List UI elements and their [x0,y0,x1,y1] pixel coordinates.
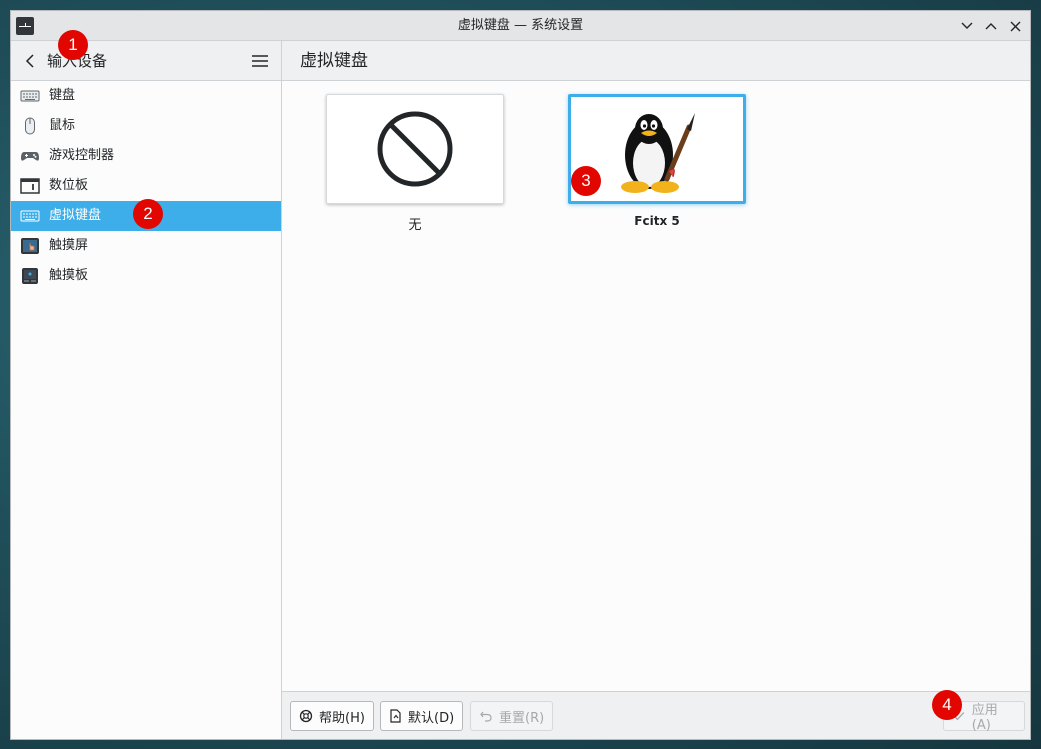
hamburger-menu-button[interactable] [251,53,269,69]
sidebar-item-label: 虚拟键盘 [49,208,102,223]
maximize-button[interactable] [982,16,1000,36]
close-icon [1010,21,1020,31]
mouse-icon [25,117,35,135]
button-bar: 帮助(H) 默认(D) 重置(R) 应用(A) [282,691,1030,739]
undo-icon [480,711,492,722]
touchpad-icon [22,268,38,284]
chevron-left-icon [25,54,34,68]
virtual-keyboard-options: 无 Fcitx 5 [282,81,1030,691]
none-icon [377,111,453,187]
minimize-button[interactable] [958,16,976,36]
apply-button-label: 应用(A) [971,703,998,733]
page-title: 虚拟键盘 [300,51,368,71]
close-button[interactable] [1006,16,1024,36]
document-defaults-icon [390,709,401,723]
title-bar: 虚拟键盘 — 系统设置 [11,11,1030,41]
annotation-badge-4: 4 [932,690,962,720]
option-label: Fcitx 5 [634,214,680,228]
sidebar-item-touchscreen[interactable]: 触摸屏 [11,231,281,261]
sidebar-item-label: 键盘 [49,88,76,103]
sidebar-header: 输入设备 [11,41,282,81]
defaults-button-label: 默认(D) [408,710,455,726]
settings-window: 虚拟键盘 — 系统设置 输入设备 键盘 鼠标 游戏控制器 数位板 虚拟键盘 触摸… [10,10,1031,740]
option-fcitx5[interactable]: Fcitx 5 [568,94,746,228]
tablet-icon [20,178,40,194]
sidebar-item-tablet[interactable]: 数位板 [11,171,281,201]
chevron-up-icon [985,23,997,30]
window-title: 虚拟键盘 — 系统设置 [457,18,584,33]
sidebar-item-touchpad[interactable]: 触摸板 [11,261,281,291]
reset-button-label: 重置(R) [499,710,545,726]
defaults-button[interactable]: 默认(D) [380,701,464,731]
sidebar-item-keyboard[interactable]: 键盘 [11,81,281,111]
annotation-badge-2: 2 [133,199,163,229]
sidebar-item-label: 触摸板 [49,268,89,283]
back-button[interactable] [23,53,39,69]
chevron-down-icon [961,22,973,29]
sidebar-item-mouse[interactable]: 鼠标 [11,111,281,141]
sidebar: 键盘 鼠标 游戏控制器 数位板 虚拟键盘 触摸屏 触摸板 [11,81,282,739]
help-button[interactable]: 帮助(H) [290,701,374,731]
gamepad-icon [21,152,39,161]
sidebar-item-label: 触摸屏 [49,238,89,253]
help-button-label: 帮助(H) [319,710,365,726]
sidebar-item-label: 鼠标 [49,118,76,133]
help-icon [299,709,313,723]
option-none-preview[interactable] [326,94,504,204]
annotation-badge-1: 1 [58,30,88,60]
option-label: 无 [408,218,422,233]
sidebar-item-label: 数位板 [49,178,89,193]
sidebar-item-gamepad[interactable]: 游戏控制器 [11,141,281,171]
page-header: 虚拟键盘 [282,41,1030,81]
fcitx-penguin-icon [621,113,695,193]
option-none[interactable]: 无 [326,94,504,233]
touchscreen-icon [21,238,39,254]
hamburger-icon [252,55,268,67]
virtual-keyboard-icon [20,210,40,222]
keyboard-icon [20,90,40,102]
annotation-badge-3: 3 [571,166,601,196]
sidebar-item-label: 游戏控制器 [49,148,115,163]
reset-button[interactable]: 重置(R) [470,701,554,731]
